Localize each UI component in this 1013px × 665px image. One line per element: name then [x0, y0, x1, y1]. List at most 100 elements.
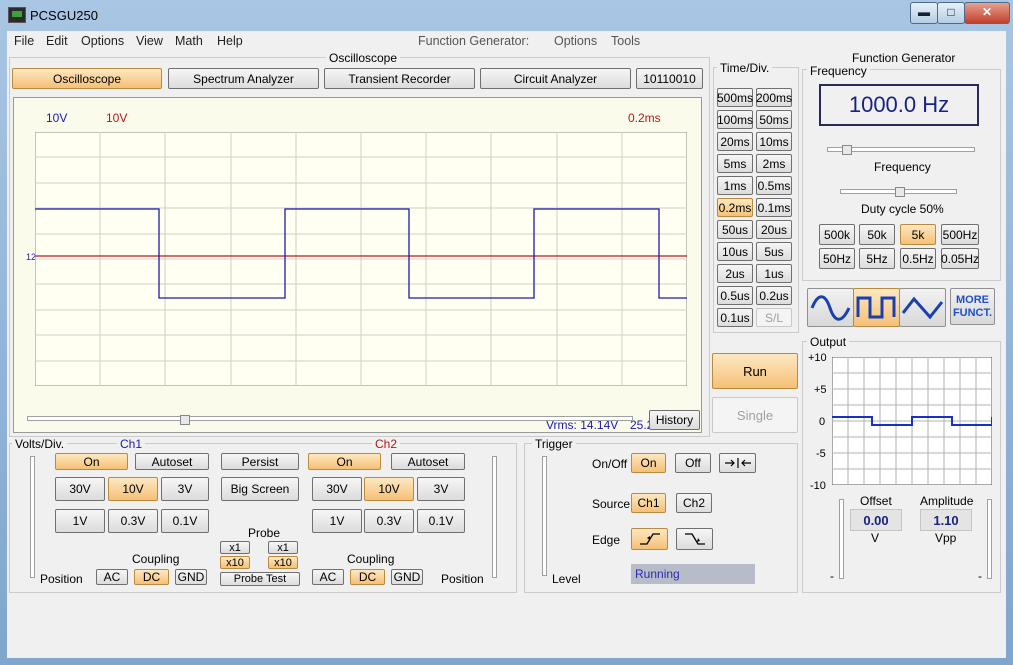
trigger-on-button[interactable]: On — [631, 453, 666, 473]
horizontal-position-thumb[interactable] — [180, 415, 190, 425]
range-50hz[interactable]: 50Hz — [819, 248, 855, 269]
ch1-coupling-ac[interactable]: AC — [96, 569, 128, 585]
timediv-button[interactable]: 100ms — [717, 110, 753, 129]
range-5k[interactable]: 5k — [900, 224, 936, 245]
ch2-range-3v[interactable]: 3V — [417, 477, 465, 501]
menu-options[interactable]: Options — [81, 34, 124, 48]
timediv-button[interactable]: 200ms — [756, 88, 792, 107]
ch2-range-30v[interactable]: 30V — [312, 477, 362, 501]
range-0-05hz[interactable]: 0.05Hz — [941, 248, 979, 269]
timediv-button[interactable]: 1ms — [717, 176, 753, 195]
ch1-range-30v[interactable]: 30V — [55, 477, 105, 501]
ch2-coupling-gnd[interactable]: GND — [391, 569, 423, 585]
ch2-coupling-dc[interactable]: DC — [350, 569, 385, 585]
range-500k[interactable]: 500k — [819, 224, 855, 245]
trigger-off-button[interactable]: Off — [675, 453, 711, 473]
ch1-position-slider[interactable] — [30, 456, 35, 578]
offset-value[interactable]: 0.00 — [850, 509, 902, 531]
run-button[interactable]: Run — [712, 353, 798, 389]
tab-transient-recorder[interactable]: Transient Recorder — [324, 68, 475, 89]
trigger-center-button[interactable] — [719, 453, 756, 473]
timediv-button[interactable]: 10us — [717, 242, 753, 261]
amplitude-value[interactable]: 1.10 — [920, 509, 972, 531]
offset-slider[interactable] — [839, 499, 844, 579]
ch1-autoset-button[interactable]: Autoset — [135, 453, 209, 470]
tab-circuit-analyzer[interactable]: Circuit Analyzer — [480, 68, 631, 89]
ch2-range-0-1v[interactable]: 0.1V — [417, 509, 465, 533]
ch1-range-3v[interactable]: 3V — [161, 477, 209, 501]
menu-fg-options[interactable]: Options — [554, 34, 597, 48]
trigger-level-slider[interactable] — [542, 456, 547, 576]
timediv-button[interactable]: 0.1ms — [756, 198, 792, 217]
menu-edit[interactable]: Edit — [46, 34, 68, 48]
timediv-button[interactable]: 10ms — [756, 132, 792, 151]
timediv-button[interactable]: 2ms — [756, 154, 792, 173]
ch2-autoset-button[interactable]: Autoset — [391, 453, 465, 470]
ch2-position-slider[interactable] — [492, 456, 497, 578]
menu-tools[interactable]: Tools — [611, 34, 640, 48]
trigger-source-ch2[interactable]: Ch2 — [676, 493, 712, 513]
menu-help[interactable]: Help — [217, 34, 243, 48]
tab-spectrum-analyzer[interactable]: Spectrum Analyzer — [168, 68, 319, 89]
trigger-source-ch1[interactable]: Ch1 — [631, 493, 666, 513]
amplitude-slider[interactable] — [987, 499, 992, 579]
persist-button[interactable]: Persist — [221, 453, 299, 470]
ch1-range-0-1v[interactable]: 0.1V — [161, 509, 209, 533]
ch1-on-button[interactable]: On — [55, 453, 128, 470]
menu-view[interactable]: View — [136, 34, 163, 48]
ch2-range-1v[interactable]: 1V — [312, 509, 362, 533]
timediv-button[interactable]: S/L — [756, 308, 792, 327]
ch2-coupling-ac[interactable]: AC — [312, 569, 344, 585]
ch1-probe-x1[interactable]: x1 — [220, 541, 250, 554]
ch2-probe-x1[interactable]: x1 — [268, 541, 298, 554]
ch1-probe-x10[interactable]: x10 — [220, 556, 250, 569]
big-screen-button[interactable]: Big Screen — [221, 477, 299, 501]
trigger-falling-edge-button[interactable] — [676, 528, 713, 550]
close-button[interactable]: ✕ — [964, 2, 1010, 24]
timediv-button[interactable]: 2us — [717, 264, 753, 283]
ch1-range-1v[interactable]: 1V — [55, 509, 105, 533]
timediv-button[interactable]: 0.5ms — [756, 176, 792, 195]
timediv-button[interactable]: 50us — [717, 220, 753, 239]
history-button[interactable]: History — [649, 410, 700, 430]
horizontal-position-slider[interactable] — [27, 416, 633, 421]
ch1-coupling-gnd[interactable]: GND — [175, 569, 207, 585]
timediv-button[interactable]: 20us — [756, 220, 792, 239]
probe-test-button[interactable]: Probe Test — [220, 572, 300, 586]
range-50k[interactable]: 50k — [859, 224, 895, 245]
ch2-probe-x10[interactable]: x10 — [268, 556, 298, 569]
ch1-range-0-3v[interactable]: 0.3V — [108, 509, 158, 533]
tab-logic-10110010[interactable]: 10110010 — [636, 68, 703, 89]
triangle-wave-button[interactable] — [899, 288, 946, 327]
square-wave-button[interactable] — [853, 288, 900, 327]
ch2-range-10v[interactable]: 10V — [364, 477, 414, 501]
range-0-5hz[interactable]: 0.5Hz — [900, 248, 936, 269]
maximize-button[interactable]: □ — [937, 2, 965, 24]
timediv-button[interactable]: 5us — [756, 242, 792, 261]
duty-cycle-slider-thumb[interactable] — [895, 187, 905, 197]
timediv-button[interactable]: 500ms — [717, 88, 753, 107]
ch2-on-button[interactable]: On — [308, 453, 381, 470]
sine-wave-button[interactable] — [807, 288, 854, 327]
frequency-slider-thumb[interactable] — [842, 145, 852, 155]
more-functions-button[interactable]: MORE FUNCT. — [950, 288, 995, 325]
timediv-button[interactable]: 0.5us — [717, 286, 753, 305]
timediv-button[interactable]: 1us — [756, 264, 792, 283]
tab-oscilloscope[interactable]: Oscilloscope — [12, 68, 162, 89]
ch1-coupling-dc[interactable]: DC — [134, 569, 169, 585]
ch1-range-10v[interactable]: 10V — [108, 477, 158, 501]
timediv-button[interactable]: 0.1us — [717, 308, 753, 327]
timediv-button[interactable]: 0.2ms — [717, 198, 753, 217]
minimize-button[interactable]: ▬ — [910, 2, 938, 24]
menu-math[interactable]: Math — [175, 34, 203, 48]
timediv-button[interactable]: 0.2us — [756, 286, 792, 305]
timediv-button[interactable]: 20ms — [717, 132, 753, 151]
single-button[interactable]: Single — [712, 397, 798, 433]
ch2-range-0-3v[interactable]: 0.3V — [364, 509, 414, 533]
menu-file[interactable]: File — [14, 34, 34, 48]
timediv-button[interactable]: 50ms — [756, 110, 792, 129]
trigger-rising-edge-button[interactable] — [631, 528, 668, 550]
range-5hz[interactable]: 5Hz — [859, 248, 895, 269]
timediv-button[interactable]: 5ms — [717, 154, 753, 173]
range-500hz[interactable]: 500Hz — [941, 224, 979, 245]
